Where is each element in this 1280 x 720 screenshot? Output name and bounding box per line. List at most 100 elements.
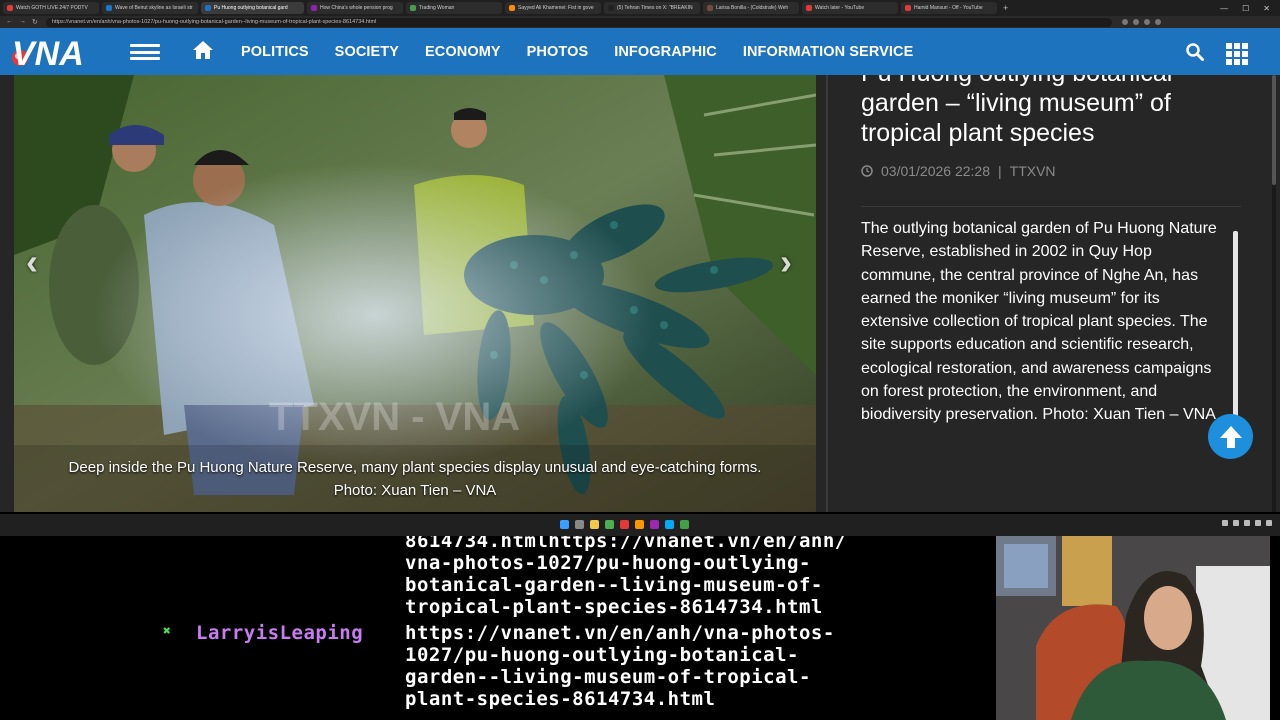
- meta-separator: |: [998, 163, 1002, 179]
- caption-line-2: Photo: Xuan Tien – VNA: [333, 482, 497, 499]
- back-icon[interactable]: ←: [6, 18, 13, 26]
- app-icon[interactable]: [620, 520, 629, 529]
- nav-economy[interactable]: ECONOMY: [425, 44, 501, 60]
- chat-message: https://vnanet.vn/en/anh/vna-photos- 102…: [405, 622, 835, 710]
- sword-badge-icon: ✖: [163, 624, 171, 639]
- tab-favicon-icon: [205, 5, 211, 11]
- folder-icon[interactable]: [590, 520, 599, 529]
- tab-title: (5) Tehran Times on X: "BREAKIN: [617, 5, 693, 11]
- address-bar-row: ← → ↻ https://vnanet.vn/en/anh/vna-photo…: [0, 16, 1280, 28]
- browser-tab[interactable]: Watch later - YouTube: [802, 2, 898, 14]
- menu-icon[interactable]: [130, 44, 160, 60]
- browser-tab[interactable]: Hamid Mansuri - Off - YouTube: [901, 2, 997, 14]
- nav-infographic[interactable]: INFOGRAPHIC: [614, 44, 717, 60]
- stream-chat: 8614734.htmlhttps://vnanet.vn/en/anh/ vn…: [0, 536, 996, 720]
- tab-favicon-icon: [509, 5, 515, 11]
- article-description: The outlying botanical garden of Pu Huon…: [861, 220, 1217, 424]
- browser-tab[interactable]: How China's whole pension prog: [307, 2, 403, 14]
- apps-grid-icon[interactable]: [1226, 43, 1252, 65]
- browser-tab[interactable]: Trading Woman: [406, 2, 502, 14]
- vna-logo[interactable]: VNA: [10, 34, 100, 70]
- volume-icon[interactable]: [1255, 520, 1261, 526]
- tab-favicon-icon: [410, 5, 416, 11]
- tab-favicon-icon: [311, 5, 317, 11]
- back-to-top-button[interactable]: [1208, 414, 1253, 459]
- tray-icon[interactable]: [1233, 520, 1239, 526]
- app-icon[interactable]: [635, 520, 644, 529]
- chevron-left-icon[interactable]: ‹: [26, 241, 38, 283]
- url-field[interactable]: https://vnanet.vn/en/anh/vna-photos-1027…: [45, 17, 1112, 27]
- article-source: TTXVN: [1009, 163, 1056, 179]
- tab-title: Watch later - YouTube: [815, 5, 865, 11]
- search-taskbar-icon[interactable]: [575, 520, 584, 529]
- browser-icon[interactable]: [680, 520, 689, 529]
- webcam-feed: [996, 536, 1270, 720]
- profile-icon[interactable]: [1154, 19, 1161, 25]
- browser-tab[interactable]: Watch GOTH LIVE 24/7 PODTV: [3, 2, 99, 14]
- article-date: 03/01/2026 22:28: [881, 163, 990, 179]
- network-icon[interactable]: [1244, 520, 1250, 526]
- chat-username: LarryisLeaping: [196, 622, 364, 644]
- logo-text: VNA: [12, 35, 84, 70]
- tab-favicon-icon: [106, 5, 112, 11]
- page-content: TTXVN - VNA Deep inside the Pu Huong Nat…: [0, 75, 1280, 512]
- extension-icon[interactable]: [1121, 19, 1128, 25]
- gallery-photo[interactable]: TTXVN - VNA Deep inside the Pu Huong Nat…: [14, 75, 816, 512]
- extension-icon[interactable]: [1132, 19, 1139, 25]
- tab-title: Sayyed Ali Khamenei: Fist in gove: [518, 5, 594, 11]
- reload-icon[interactable]: ↻: [32, 18, 38, 26]
- app-icon[interactable]: [665, 520, 674, 529]
- app-icon[interactable]: [605, 520, 614, 529]
- description-scrollbar[interactable]: [1233, 231, 1238, 421]
- browser-tab[interactable]: Wave of Beirut skyline as Israeli str: [102, 2, 198, 14]
- extension-icon[interactable]: [1143, 19, 1150, 25]
- caption-line-1: Deep inside the Pu Huong Nature Reserve,…: [68, 459, 762, 476]
- browser-tab[interactable]: Pu Huong outlying botanical gard: [201, 2, 304, 14]
- arrow-up-icon: [1219, 425, 1242, 448]
- close-icon[interactable]: ✕: [1263, 4, 1270, 13]
- system-tray: [1222, 520, 1272, 526]
- chevron-right-icon[interactable]: ›: [780, 241, 792, 283]
- tab-favicon-icon: [707, 5, 713, 11]
- tray-icon[interactable]: [1222, 520, 1228, 526]
- article-meta: 03/01/2026 22:28 | TTXVN: [861, 163, 1056, 179]
- photo-caption: Deep inside the Pu Huong Nature Reserve,…: [14, 456, 816, 502]
- tab-favicon-icon: [608, 5, 614, 11]
- tab-favicon-icon: [905, 5, 911, 11]
- browser-tab[interactable]: Sayyed Ali Khamenei: Fist in gove: [505, 2, 601, 14]
- browser-tab[interactable]: (5) Tehran Times on X: "BREAKIN: [604, 2, 700, 14]
- browser-tab[interactable]: Larisa Bonilla - (Coldstrafe) Weh: [703, 2, 799, 14]
- app-icon[interactable]: [650, 520, 659, 529]
- minimize-icon[interactable]: —: [1220, 4, 1228, 13]
- tab-title: How China's whole pension prog: [320, 5, 393, 11]
- nav-society[interactable]: SOCIETY: [335, 44, 399, 60]
- window-controls: — ☐ ✕: [1220, 4, 1280, 13]
- site-header: VNA POLITICS SOCIETY ECONOMY PHOTOS INFO…: [0, 28, 1280, 75]
- home-icon[interactable]: [192, 40, 214, 60]
- nav-politics[interactable]: POLITICS: [241, 44, 309, 60]
- tab-title: Pu Huong outlying botanical gard: [214, 5, 288, 11]
- battery-icon[interactable]: [1266, 520, 1272, 526]
- os-taskbar: [0, 514, 1280, 536]
- nav-photos[interactable]: PHOTOS: [527, 44, 589, 60]
- search-icon[interactable]: [1186, 43, 1204, 61]
- windows-start-icon[interactable]: [560, 520, 569, 529]
- tab-title: Larisa Bonilla - (Coldstrafe) Weh: [716, 5, 789, 11]
- column-divider: [826, 75, 828, 512]
- meta-divider: [861, 206, 1241, 207]
- forest-photo-image: TTXVN - VNA: [14, 75, 816, 512]
- tab-favicon-icon: [806, 5, 812, 11]
- browser-tabstrip: Watch GOTH LIVE 24/7 PODTV Wave of Beirut…: [0, 0, 1280, 16]
- article-title: Pu Huong outlying botanical garden – “li…: [861, 75, 1172, 147]
- new-tab-button[interactable]: +: [1003, 3, 1008, 13]
- nav-information-service[interactable]: INFORMATION SERVICE: [743, 44, 914, 60]
- clock-icon: [861, 165, 873, 177]
- tab-title: Watch GOTH LIVE 24/7 PODTV: [16, 5, 88, 11]
- tab-favicon-icon: [7, 5, 13, 11]
- forward-icon[interactable]: →: [19, 18, 26, 26]
- chat-message-previous: 8614734.htmlhttps://vnanet.vn/en/anh/ vn…: [405, 536, 847, 618]
- page-scrollbar[interactable]: [1272, 75, 1276, 512]
- maximize-icon[interactable]: ☐: [1242, 4, 1249, 13]
- tab-title: Trading Woman: [419, 5, 455, 11]
- webcam-image: [996, 536, 1270, 720]
